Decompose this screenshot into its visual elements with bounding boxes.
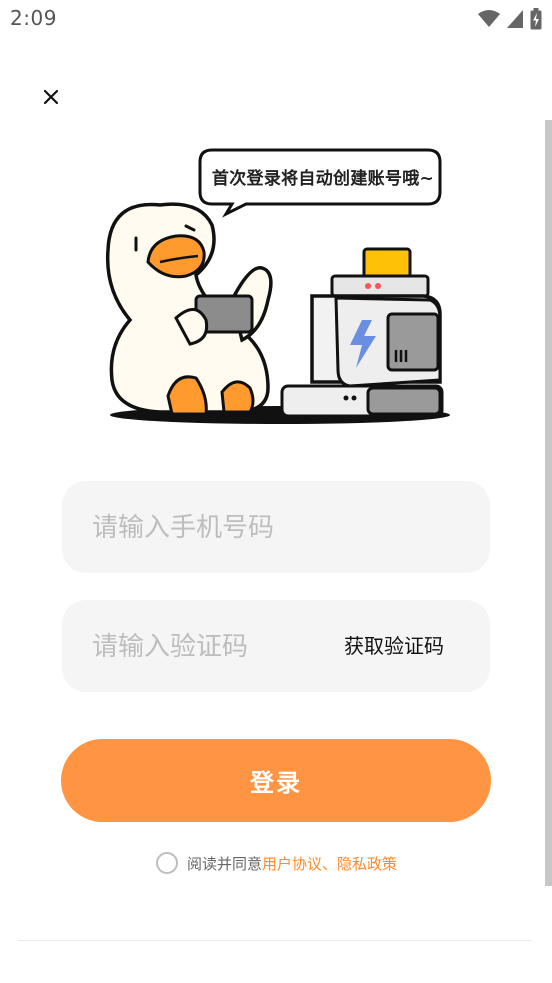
battery-charging-icon bbox=[530, 8, 542, 30]
signal-icon bbox=[507, 10, 523, 28]
speech-bubble-text: 首次登录将自动创建账号哦~ bbox=[211, 169, 435, 189]
agreement-row: 阅读并同意 用户协议 、 隐私政策 bbox=[156, 852, 397, 874]
verification-code-input[interactable] bbox=[90, 600, 324, 694]
phone-input-container bbox=[62, 481, 490, 575]
divider bbox=[18, 940, 532, 941]
code-input-container: 获取验证码 bbox=[62, 600, 490, 694]
scrollbar[interactable] bbox=[545, 120, 552, 886]
agreement-separator: 、 bbox=[322, 854, 338, 873]
phone-input[interactable] bbox=[90, 481, 474, 575]
get-code-button[interactable]: 获取验证码 bbox=[344, 600, 444, 692]
user-agreement-link[interactable]: 用户协议 bbox=[262, 853, 322, 874]
login-button[interactable]: 登录 bbox=[61, 739, 491, 822]
status-icons bbox=[478, 8, 542, 30]
agreement-prefix: 阅读并同意 bbox=[187, 854, 263, 873]
status-time: 2:09 bbox=[10, 6, 57, 30]
privacy-policy-link[interactable]: 隐私政策 bbox=[337, 853, 397, 874]
close-button[interactable] bbox=[36, 82, 66, 112]
agreement-checkbox[interactable] bbox=[156, 852, 178, 874]
close-icon bbox=[43, 89, 59, 105]
wifi-icon bbox=[478, 10, 500, 27]
status-bar: 2:09 bbox=[0, 0, 552, 38]
